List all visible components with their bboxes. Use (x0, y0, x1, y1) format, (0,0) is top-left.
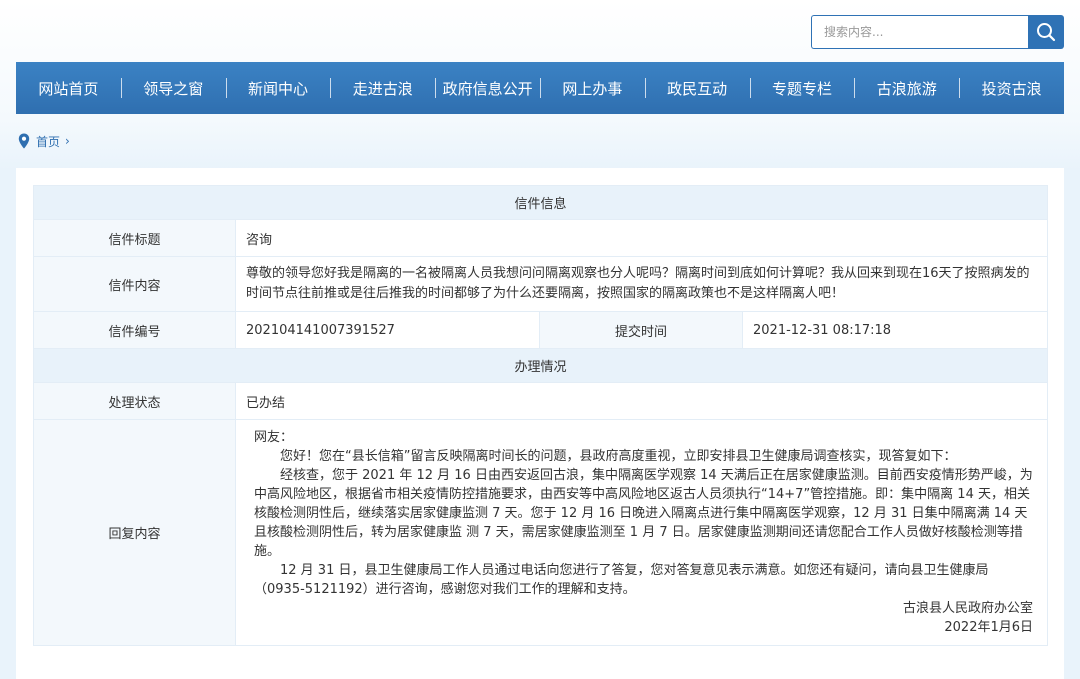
letter-meta-row: 信件编号 202104141007391527 提交时间 2021-12-31 … (33, 311, 1049, 349)
letter-content-label: 信件内容 (33, 256, 236, 312)
letter-section-header-row: 信件信息 (32, 185, 1049, 220)
letter-title-row: 信件标题 咨询 (33, 219, 1049, 257)
letter-section-title: 信件信息 (32, 185, 1049, 220)
breadcrumb-home-link[interactable]: 首页 (36, 133, 60, 150)
nav-item-gov-info[interactable]: 政府信息公开 (435, 62, 540, 114)
header: 搜索内容... (0, 0, 1080, 60)
main-nav: 网站首页 领导之窗 新闻中心 走进古浪 政府信息公开 网上办事 政民互动 专题专… (16, 62, 1064, 114)
status-value: 已办结 (234, 382, 1049, 420)
nav-item-online-services[interactable]: 网上办事 (539, 62, 645, 114)
reply-body: 网友： 您好！您在“县长信箱”留言反映隔离时间长的问题，县政府高度重视，立即安排… (236, 420, 1047, 645)
reply-cell: 网友： 您好！您在“县长信箱”留言反映隔离时间长的问题，县政府高度重视，立即安排… (234, 419, 1049, 646)
reply-paragraph-1: 您好！您在“县长信箱”留言反映隔离时间长的问题，县政府高度重视，立即安排县卫生健… (280, 449, 957, 464)
reply-signature: 古浪县人民政府办公室 (903, 601, 1034, 616)
search-button[interactable] (1028, 15, 1064, 49)
breadcrumb: 首页 › (18, 131, 70, 151)
nav-item-tourism[interactable]: 古浪旅游 (854, 62, 959, 114)
nav-item-news[interactable]: 新闻中心 (225, 62, 331, 114)
reply-salutation: 网友： (254, 430, 294, 445)
reply-date: 2022年1月6日 (944, 620, 1034, 635)
reply-label: 回复内容 (33, 419, 236, 646)
reply-paragraph-2: 经核查，您于 2021 年 12 月 16 日由西安返回古浪，集中隔离医学观察 … (254, 468, 1033, 559)
letter-content-row: 信件内容 尊敬的领导您好我是隔离的一名被隔离人员我想问问隔离观察也分人呢吗？隔离… (33, 256, 1049, 312)
status-label: 处理状态 (33, 382, 236, 420)
letter-title-value: 咨询 (234, 219, 1049, 257)
reply-paragraph-3: 12 月 31 日，县卫生健康局工作人员通过电话向您进行了答复，您对答复意见表示… (254, 563, 989, 597)
letter-table: 信件信息 信件标题 咨询 信件内容 尊敬的领导您好我是隔离的一名被隔离人员我想问… (32, 185, 1049, 646)
location-pin-icon (18, 133, 30, 149)
nav-item-leadership[interactable]: 领导之窗 (120, 62, 226, 114)
status-row: 处理状态 已办结 (33, 382, 1049, 420)
submit-time-value: 2021-12-31 08:17:18 (741, 311, 1049, 349)
letter-title-label: 信件标题 (33, 219, 236, 257)
chevron-right-icon: › (65, 134, 70, 148)
handling-section-title: 办理情况 (32, 348, 1049, 383)
search-input[interactable]: 搜索内容... (811, 15, 1029, 49)
nav-item-about[interactable]: 走进古浪 (330, 62, 435, 114)
submit-time-label: 提交时间 (539, 311, 743, 349)
letter-content-value: 尊敬的领导您好我是隔离的一名被隔离人员我想问问隔离观察也分人呢吗？隔离时间到底如… (234, 256, 1049, 312)
nav-item-home[interactable]: 网站首页 (16, 62, 121, 114)
handling-section-header-row: 办理情况 (32, 348, 1049, 383)
nav-item-topics[interactable]: 专题专栏 (749, 62, 855, 114)
letter-number-label: 信件编号 (33, 311, 236, 349)
reply-row: 回复内容 网友： 您好！您在“县长信箱”留言反映隔离时间长的问题，县政府高度重视… (33, 419, 1049, 646)
nav-item-interaction[interactable]: 政民互动 (644, 62, 750, 114)
nav-item-investment[interactable]: 投资古浪 (959, 62, 1064, 114)
letter-number-value: 202104141007391527 (235, 311, 540, 349)
search-icon (1037, 23, 1056, 42)
